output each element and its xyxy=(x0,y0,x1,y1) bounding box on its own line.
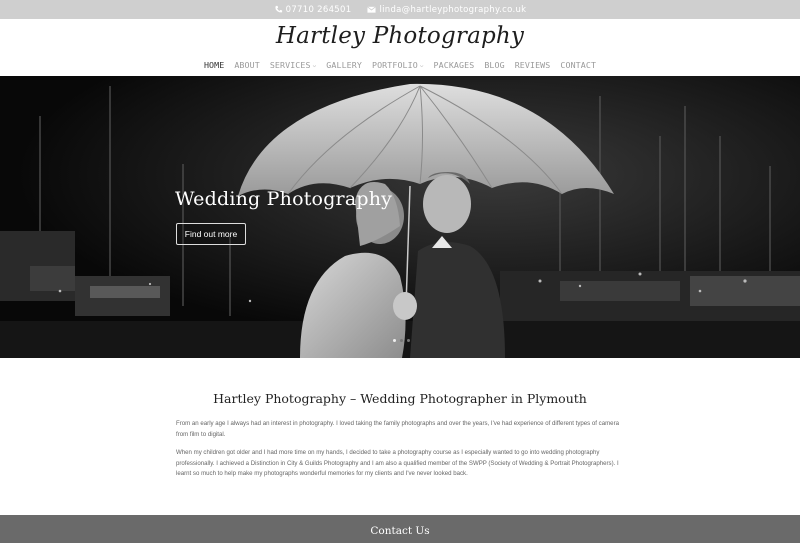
nav-gallery-label: Gallery xyxy=(326,60,362,70)
nav-about-label: About xyxy=(234,60,260,70)
intro-paragraph: From an early age I always had an intere… xyxy=(176,420,619,438)
nav-contact[interactable]: Contact xyxy=(560,60,596,70)
chevron-down-icon: ⌵ xyxy=(419,61,424,69)
nav-packages-label: Packages xyxy=(433,60,475,70)
hero-background-photo xyxy=(0,76,800,358)
nav-blog[interactable]: Blog xyxy=(484,60,504,70)
contact-section: Contact Us xyxy=(0,515,800,543)
hero-slider: Wedding Photography Find out more xyxy=(0,76,800,358)
nav-services-label: Services xyxy=(269,60,311,70)
email-link[interactable]: linda@hartleyphotography.co.uk xyxy=(367,5,526,15)
nav-home-label: Home xyxy=(203,60,225,70)
nav-reviews-label: Reviews xyxy=(514,60,551,70)
main-nav: Home About Services ⌵ Gallery Portfolio ⌵ … xyxy=(0,60,800,70)
nav-contact-label: Contact xyxy=(560,60,597,70)
page-heading: Hartley Photography – Wedding Photograph… xyxy=(213,391,587,406)
phone-link[interactable]: 07710 264501 xyxy=(274,5,352,15)
slider-dot[interactable] xyxy=(400,339,403,342)
phone-number: 07710 264501 xyxy=(285,4,352,15)
phone-icon xyxy=(274,5,282,13)
nav-packages[interactable]: Packages xyxy=(434,60,475,70)
site-header: Hartley Photography Home About Services ⌵… xyxy=(0,19,800,76)
chevron-down-icon: ⌵ xyxy=(312,61,317,69)
slider-dots xyxy=(393,339,410,342)
nav-portfolio-label: Portfolio xyxy=(371,60,418,70)
nav-about[interactable]: About xyxy=(234,60,259,70)
top-bar: 07710 264501 linda@hartleyphotography.co… xyxy=(0,0,800,19)
slider-dot[interactable] xyxy=(393,339,396,342)
site-logo[interactable]: Hartley Photography xyxy=(0,23,800,49)
nav-portfolio[interactable]: Portfolio ⌵ xyxy=(372,60,424,70)
intro-section: Hartley Photography – Wedding Photograph… xyxy=(0,358,800,515)
nav-blog-label: Blog xyxy=(484,60,505,70)
find-out-more-button[interactable]: Find out more xyxy=(176,223,246,245)
envelope-icon xyxy=(367,6,377,13)
nav-services[interactable]: Services ⌵ xyxy=(270,60,316,70)
email-address: linda@hartleyphotography.co.uk xyxy=(379,4,527,15)
nav-reviews[interactable]: Reviews xyxy=(515,60,551,70)
contact-heading: Contact Us xyxy=(370,525,430,537)
nav-home[interactable]: Home xyxy=(204,60,224,70)
hero-title: Wedding Photography xyxy=(175,188,393,210)
intro-paragraph: When my children got older and I had mor… xyxy=(176,449,619,477)
slider-dot[interactable] xyxy=(407,339,410,342)
nav-gallery[interactable]: Gallery xyxy=(326,60,362,70)
